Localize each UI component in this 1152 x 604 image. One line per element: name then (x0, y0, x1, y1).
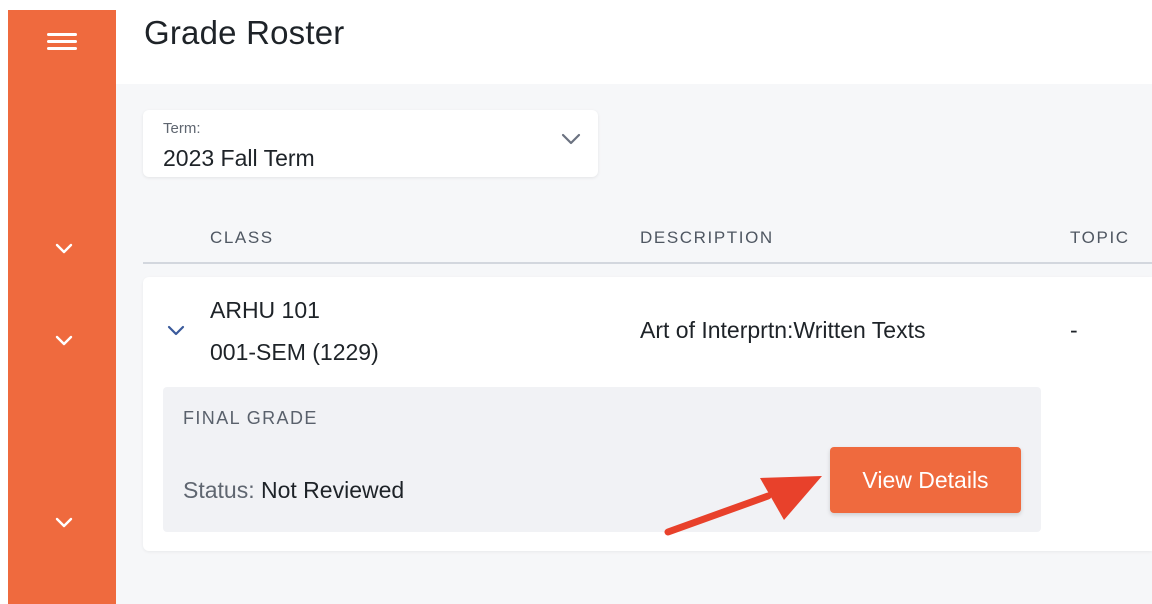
sidebar-expand-2[interactable] (44, 320, 84, 360)
class-topic: - (1070, 317, 1078, 343)
chevron-down-icon (167, 325, 185, 336)
table-row: ARHU 101 001-SEM (1229) Art of Interprtn… (143, 277, 1152, 551)
final-grade-panel: FINAL GRADE Status: Not Reviewed View De… (163, 387, 1041, 532)
class-section: 001-SEM (1229) (210, 339, 379, 365)
header-divider (143, 262, 1152, 264)
class-code: ARHU 101 (210, 297, 320, 323)
page-header: Grade Roster (116, 10, 1152, 84)
page-title: Grade Roster (144, 14, 345, 51)
column-header-description[interactable]: DESCRIPTION (640, 228, 774, 248)
grade-status: Status: Not Reviewed (183, 477, 404, 504)
hamburger-icon[interactable] (42, 22, 82, 62)
term-label: Term: (163, 120, 201, 137)
sidebar (8, 10, 116, 604)
chevron-down-icon (561, 133, 581, 145)
sidebar-expand-3[interactable] (44, 502, 84, 542)
chevron-down-icon (55, 517, 73, 528)
status-label: Status: (183, 477, 255, 503)
term-value: 2023 Fall Term (163, 145, 315, 171)
chevron-down-icon (55, 335, 73, 346)
column-header-class[interactable]: CLASS (210, 228, 274, 248)
row-expand-toggle[interactable] (161, 315, 191, 345)
status-value: Not Reviewed (261, 477, 405, 503)
chevron-down-icon (55, 243, 73, 254)
main-content: Grade Roster Term: 2023 Fall Term CLASS … (116, 10, 1152, 604)
app-frame: Grade Roster Term: 2023 Fall Term CLASS … (0, 0, 1152, 604)
view-details-button[interactable]: View Details (830, 447, 1021, 513)
final-grade-heading: FINAL GRADE (183, 408, 318, 428)
term-select[interactable]: Term: 2023 Fall Term (143, 110, 598, 177)
class-description: Art of Interprtn:Written Texts (640, 317, 926, 343)
sidebar-expand-1[interactable] (44, 228, 84, 268)
column-header-topic[interactable]: TOPIC (1070, 228, 1130, 248)
